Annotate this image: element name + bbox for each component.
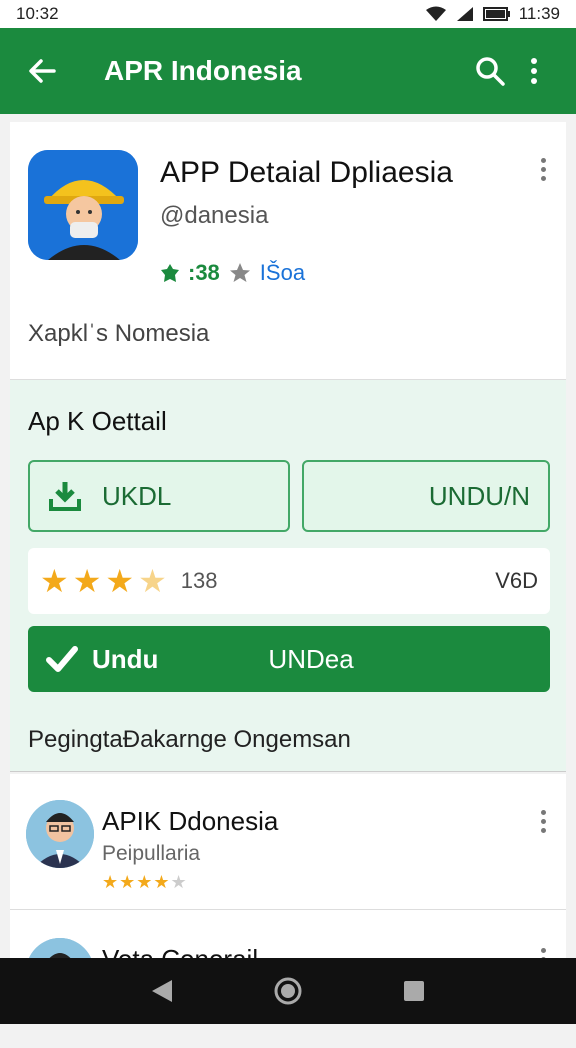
rating-count: 138 [180, 568, 218, 593]
search-icon[interactable] [468, 49, 512, 93]
back-arrow-icon[interactable] [20, 49, 64, 93]
install-button[interactable]: Undu UNDea [28, 626, 550, 692]
signal-icon [456, 7, 473, 21]
size-label: V6D [495, 568, 538, 593]
rating-value: :38 [188, 260, 220, 285]
install-button-label: UNDea [268, 643, 354, 674]
star-icon: ★ [72, 563, 102, 599]
download-icon [49, 482, 81, 511]
page-title: APR Indonesia [104, 55, 302, 86]
status-bar: 10:32 11:39 [0, 0, 576, 28]
app-developer[interactable]: @danesia [160, 202, 268, 230]
wifi-icon [425, 6, 446, 21]
app-bar: APR Indonesia [0, 28, 576, 114]
star-half-icon: ★ [138, 563, 167, 599]
app-header-card: APP Detaial Dpliaesia @danesia :38 IŠoa … [10, 122, 566, 380]
status-time-left: 10:32 [16, 4, 59, 23]
unduh-button-label: UNDU/N [428, 480, 530, 511]
card-more-icon[interactable] [541, 158, 546, 181]
nav-home-icon[interactable] [273, 976, 303, 1006]
nav-recents-icon[interactable] [402, 979, 426, 1003]
more-vert-icon[interactable] [512, 49, 556, 93]
rating-summary: ★ ★ ★ ★ 138 V6D [28, 548, 550, 614]
apk-detail-card: Ap K Oettail UKDL UNDU/N ★ ★ ★ ★ 138 V6D… [10, 380, 566, 772]
download-button[interactable]: UKDL [28, 460, 290, 532]
avatar [26, 800, 94, 868]
app-icon [28, 150, 138, 260]
status-icons: 11:39 [425, 4, 560, 24]
star-icon: ★ [40, 563, 69, 599]
list-item-stars: ★★★★★ [102, 872, 188, 892]
navigation-bar [0, 958, 576, 1024]
badge-icon [161, 264, 179, 282]
battery-icon [482, 7, 510, 21]
list-item-more-icon[interactable] [541, 810, 546, 833]
nav-back-icon[interactable] [150, 978, 174, 1004]
related-apps-list: APIK Ddonesia Peipullaria ★★★★★ Vota Con… [10, 774, 566, 1006]
star-icon [229, 263, 250, 282]
check-icon [46, 646, 78, 672]
list-item-title: APIK Ddonesia [102, 806, 279, 836]
app-rating-row: :38 IŠoa [160, 260, 305, 286]
install-icon-label: Undu [92, 643, 159, 674]
status-time-right: 11:39 [518, 4, 560, 23]
unduh-button[interactable]: UNDU/N [302, 460, 550, 532]
star-icon: ★ [105, 563, 135, 599]
rating-stars: ★ ★ ★ ★ [40, 562, 167, 600]
list-item-subtitle: Peipullaria [102, 842, 201, 865]
app-title: APP Detaial Dpliaesia [160, 156, 453, 189]
rating-extra: IŠoa [259, 260, 306, 285]
package-text: PegingtaĐakarnge Ongemsan [28, 726, 351, 753]
section-title: Ap K Oettail [28, 406, 167, 436]
list-item[interactable]: APIK Ddonesia Peipullaria ★★★★★ [10, 774, 566, 910]
download-button-label: UKDL [102, 480, 172, 511]
app-description: Xapklˈs Nomesia [28, 320, 210, 347]
